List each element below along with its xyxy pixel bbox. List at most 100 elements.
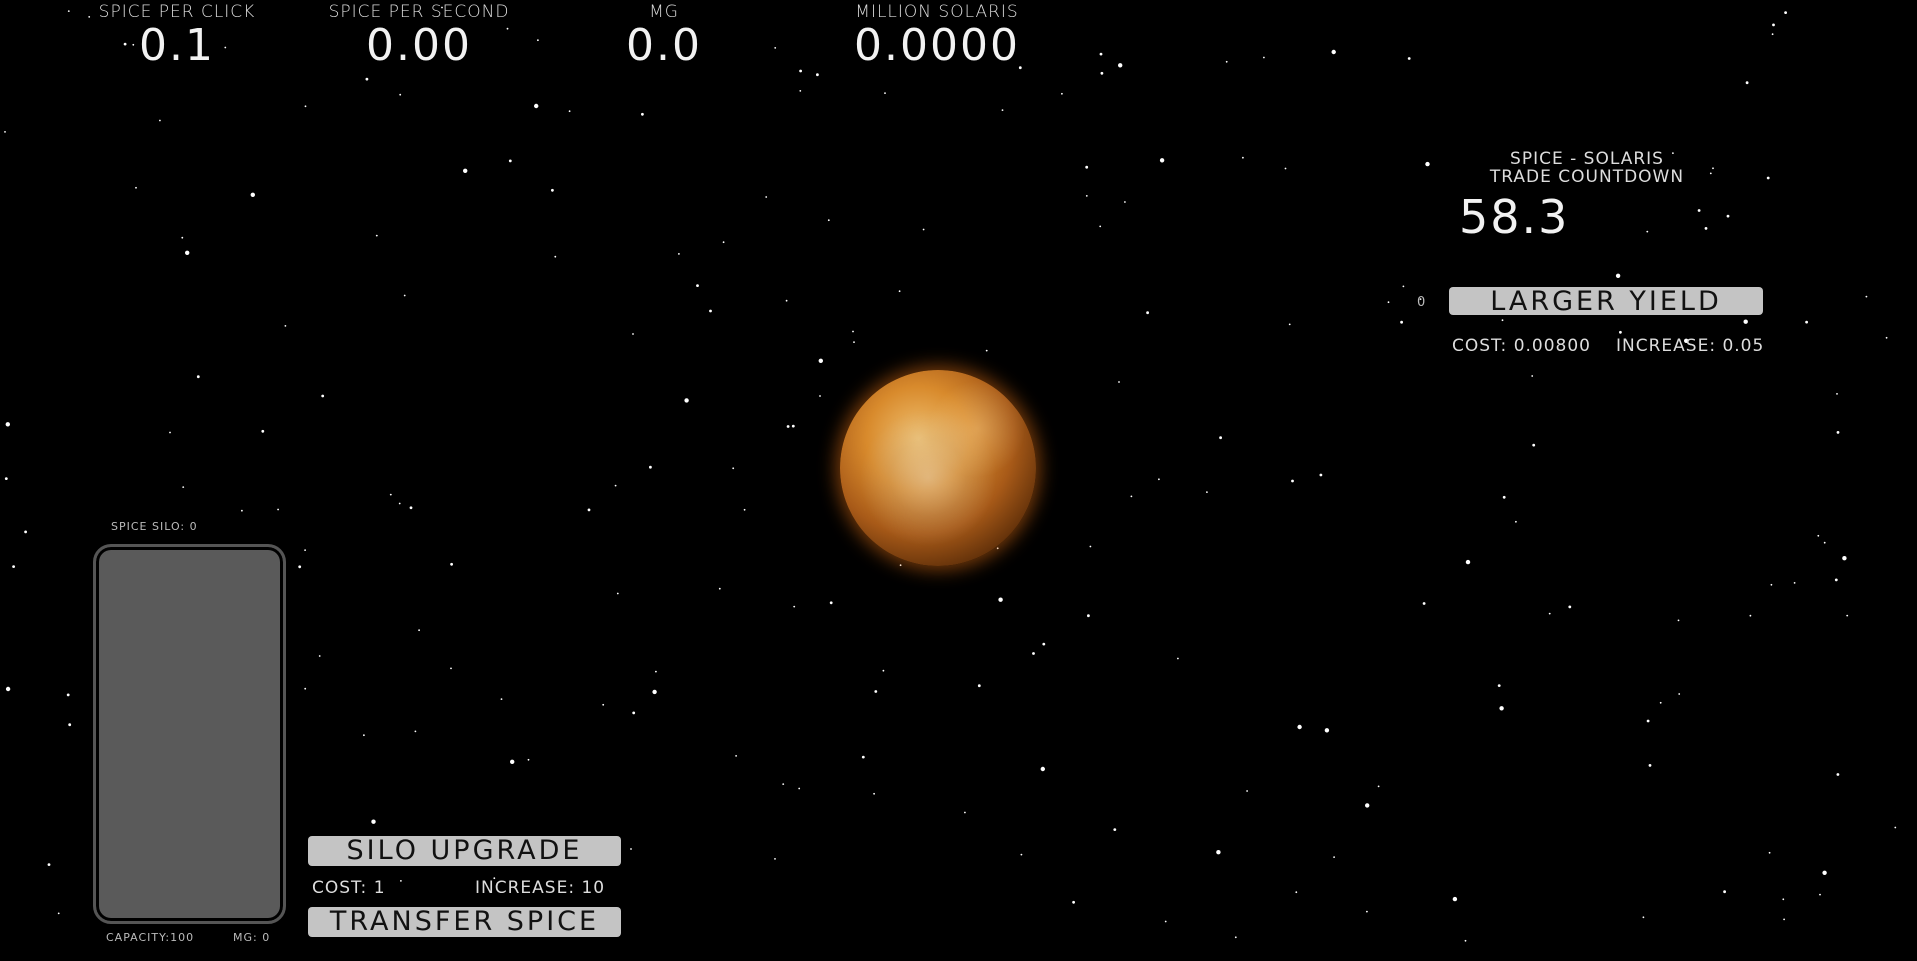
star (1206, 491, 1208, 493)
stat-value: 0.1 (139, 20, 215, 71)
star (1177, 657, 1179, 660)
star (652, 689, 657, 695)
star (1783, 918, 1785, 921)
star (403, 294, 406, 297)
star (641, 112, 644, 116)
star (1465, 559, 1471, 565)
star (1704, 227, 1708, 230)
star (1118, 381, 1120, 383)
star (1646, 230, 1649, 233)
transfer-spice-button[interactable]: TRANSFER SPICE (308, 907, 621, 937)
star (1159, 158, 1165, 163)
star (1615, 273, 1621, 278)
star (818, 358, 823, 363)
star (398, 502, 401, 505)
star (1032, 652, 1035, 655)
star (1770, 583, 1773, 586)
star (793, 605, 796, 608)
star (696, 284, 699, 287)
larger-yield-increase: INCREASE: 0.05 (1616, 336, 1765, 356)
star (884, 92, 886, 94)
star (882, 669, 885, 672)
star (1823, 541, 1826, 544)
star (1726, 214, 1730, 218)
star (1061, 92, 1063, 95)
stat-value: 0.0000 (854, 20, 1020, 71)
silo-upgrade-cost: COST: 1 (312, 878, 386, 898)
star (1793, 582, 1796, 584)
star (1324, 728, 1330, 733)
star (1548, 612, 1551, 615)
star (450, 562, 453, 566)
star (1677, 619, 1680, 622)
star (1319, 473, 1323, 477)
star (1099, 225, 1102, 228)
star (24, 530, 27, 534)
star (1072, 900, 1075, 904)
star (159, 119, 161, 122)
star (1678, 693, 1681, 695)
star (47, 863, 51, 866)
star (1822, 870, 1827, 875)
stat-mg: MG 0.0 (544, 2, 784, 70)
star (1766, 176, 1770, 180)
star (5, 422, 10, 427)
star (1400, 320, 1403, 324)
star (534, 103, 539, 109)
star (1642, 916, 1645, 919)
star (743, 508, 746, 511)
star (375, 234, 378, 237)
star (1387, 301, 1390, 304)
star (1659, 701, 1662, 704)
star (1497, 684, 1501, 687)
star (463, 168, 468, 173)
star (321, 394, 325, 398)
star (1648, 764, 1652, 767)
star (241, 509, 243, 512)
star (630, 848, 632, 850)
star (1646, 719, 1650, 723)
star (632, 333, 634, 335)
star (1263, 56, 1265, 59)
star (1402, 285, 1405, 288)
star (1100, 71, 1104, 75)
star (649, 465, 652, 469)
star (1113, 828, 1117, 831)
star (1805, 320, 1808, 324)
star (1225, 60, 1228, 63)
star (1042, 642, 1046, 646)
star (1743, 319, 1748, 324)
silo-upgrade-button[interactable]: SILO UPGRADE (308, 836, 621, 866)
star (363, 734, 365, 737)
star (678, 253, 680, 255)
stat-million-solaris: MILLION SOLARIS 0.0000 (817, 2, 1057, 70)
star (1768, 851, 1771, 854)
silo-mg: MG: 0 (233, 931, 271, 944)
star (389, 493, 392, 496)
star (852, 330, 854, 333)
star (414, 730, 417, 733)
star (1089, 545, 1092, 548)
star (1894, 826, 1897, 829)
star (977, 684, 981, 688)
star (1502, 495, 1506, 499)
star (450, 667, 452, 670)
star (508, 159, 512, 163)
star (12, 565, 16, 568)
star (1865, 295, 1868, 298)
star (304, 687, 307, 690)
star (1407, 57, 1411, 60)
star (774, 858, 776, 860)
star (1365, 803, 1370, 808)
larger-yield-button[interactable]: LARGER YIELD (1449, 287, 1763, 317)
star (527, 758, 530, 761)
star (899, 564, 902, 567)
star (1297, 724, 1302, 730)
star (1834, 578, 1838, 582)
planet-icon[interactable] (840, 370, 1036, 566)
stat-label: MILLION SOLARIS (855, 2, 1019, 22)
star (1531, 375, 1534, 377)
trade-countdown-title: SPICE - SOLARIS TRADE COUNTDOWN (1437, 150, 1737, 186)
star (799, 90, 802, 92)
stat-label: MG (649, 2, 679, 22)
